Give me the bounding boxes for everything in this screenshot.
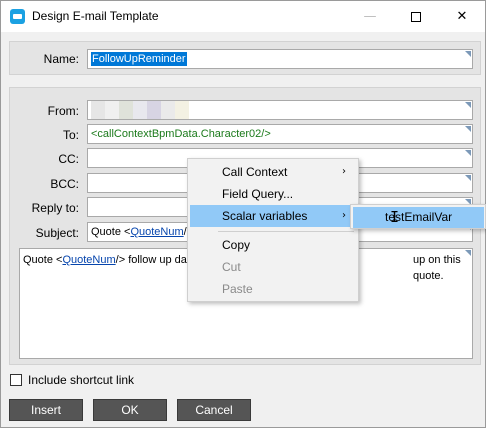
maximize-button[interactable]: [393, 1, 439, 32]
blurred-segment: [91, 101, 105, 119]
submenu-item-test-email-var[interactable]: testEmailVar: [353, 207, 484, 228]
submenu-arrow-icon: ›: [342, 210, 346, 221]
name-selected-text: FollowUpReminder: [91, 52, 187, 66]
menu-separator: [218, 231, 354, 232]
name-label: Name:: [43, 52, 79, 66]
title-bar[interactable]: Design E-mail Template — ✕: [1, 1, 485, 32]
blurred-segment: [161, 101, 175, 119]
menu-item-paste[interactable]: Paste: [190, 278, 356, 300]
blurred-segment: [175, 101, 189, 119]
shortcut-checkbox-label: Include shortcut link: [28, 373, 135, 387]
maximize-icon: [411, 11, 421, 22]
blurred-segment: [105, 101, 119, 119]
body-mid: /> follow up dat: [115, 254, 190, 266]
app-icon: [10, 9, 25, 24]
subject-label: Subject:: [35, 226, 79, 240]
blurred-segment: [147, 101, 161, 119]
insert-button[interactable]: Insert: [9, 399, 83, 421]
text-cursor-icon: I: [390, 208, 400, 226]
cc-label: CC:: [58, 152, 79, 166]
menu-item-call-context[interactable]: Call Context ›: [190, 161, 356, 183]
body-prefix: Quote <: [23, 254, 63, 266]
subject-prefix: Quote <: [91, 226, 131, 238]
shortcut-checkbox[interactable]: [10, 374, 22, 386]
menu-item-scalar-variables[interactable]: Scalar variables ›: [190, 205, 356, 227]
name-field[interactable]: FollowUpReminder: [87, 49, 473, 69]
menu-item-cut[interactable]: Cut: [190, 256, 356, 278]
close-button[interactable]: ✕: [439, 1, 485, 32]
to-value: <callContextBpmData.Character02/>: [91, 128, 271, 140]
context-menu: Call Context › Field Query... Scalar var…: [187, 158, 359, 302]
blurred-segment: [133, 101, 147, 119]
email-template-dialog: Design E-mail Template — ✕ Name: FollowU…: [0, 0, 486, 428]
from-address-blurred: [91, 101, 472, 119]
minimize-button[interactable]: —: [347, 1, 393, 32]
submenu-arrow-icon: ›: [342, 166, 346, 177]
ok-button[interactable]: OK: [93, 399, 167, 421]
to-label: To:: [62, 128, 79, 142]
menu-item-copy[interactable]: Copy: [190, 234, 356, 256]
from-label: From:: [47, 104, 79, 118]
cancel-button[interactable]: Cancel: [177, 399, 251, 421]
subject-quote-link[interactable]: QuoteNum: [130, 226, 183, 238]
menu-item-field-query[interactable]: Field Query...: [190, 183, 356, 205]
body-tail: up on this quote.: [413, 254, 461, 282]
body-quote-link[interactable]: QuoteNum: [62, 254, 115, 266]
reply-to-label: Reply to:: [31, 201, 79, 215]
blurred-segment: [119, 101, 133, 119]
window-title: Design E-mail Template: [32, 9, 159, 23]
from-field[interactable]: [87, 100, 473, 120]
bcc-label: BCC:: [50, 177, 79, 191]
scalar-variables-submenu: testEmailVar: [350, 204, 486, 229]
to-field[interactable]: <callContextBpmData.Character02/>: [87, 124, 473, 144]
